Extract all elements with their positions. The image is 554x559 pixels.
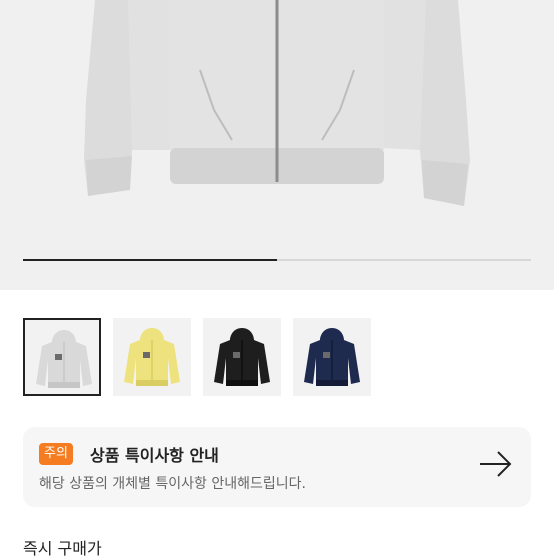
thumbnail-gray[interactable]	[23, 318, 101, 396]
product-image[interactable]	[0, 0, 554, 290]
hoodie-icon	[124, 328, 180, 386]
hoodie-icon	[36, 330, 92, 388]
thumbnail-black[interactable]	[203, 318, 281, 396]
notice-title: 상품 특이사항 안내	[90, 446, 219, 465]
thumbnail-yellow[interactable]	[113, 318, 191, 396]
gallery-progress-fill	[23, 259, 277, 261]
arrow-right-icon[interactable]	[478, 449, 514, 479]
hoodie-icon	[304, 328, 360, 386]
notice-card[interactable]: 주의 상품 특이사항 안내 해당 상품의 개체별 특이사항 안내해드립니다.	[23, 427, 531, 507]
gallery-progress	[23, 259, 531, 261]
warning-badge: 주의	[39, 443, 73, 465]
hoodie-image	[84, 0, 470, 206]
instant-price-label: 즉시 구매가	[23, 539, 102, 558]
notice-description: 해당 상품의 개체별 특이사항 안내해드립니다.	[39, 476, 306, 492]
hoodie-icon	[214, 328, 270, 386]
thumbnail-navy[interactable]	[293, 318, 371, 396]
